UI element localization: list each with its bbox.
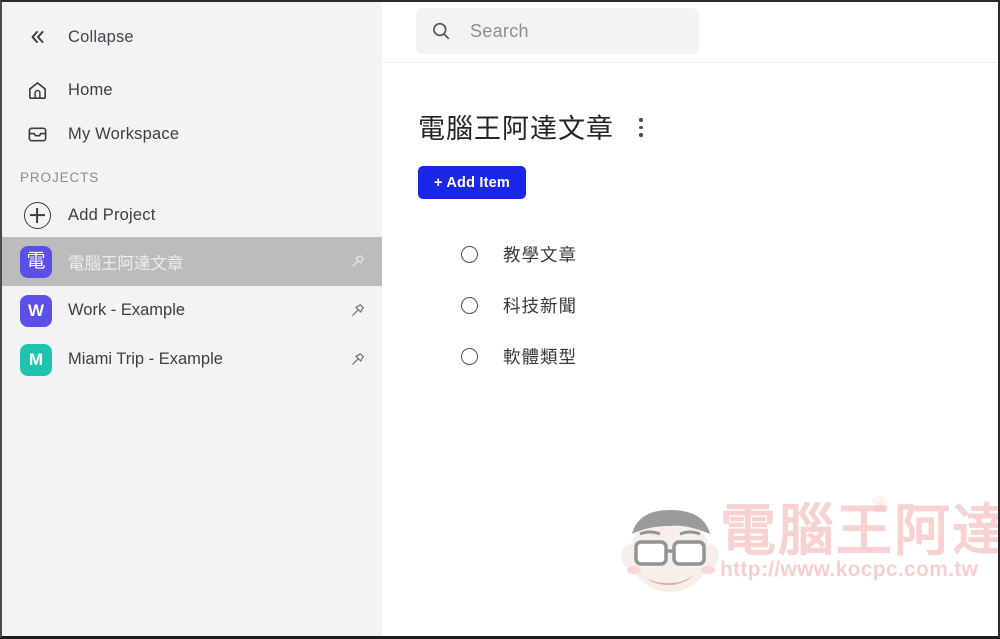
sidebar-item-home[interactable]: Home [2,68,382,112]
project-label: Miami Trip - Example [68,350,223,368]
mascot-face-icon [621,510,719,592]
project-label: 電腦王阿達文章 [68,254,184,273]
sidebar-item-my-workspace-label: My Workspace [68,124,180,143]
content-area: 電腦王阿達文章 + Add Item 教學文章 科技新聞 軟體類型 [382,63,998,382]
home-icon [20,79,54,102]
project-badge: W [20,294,52,327]
watermark-url: http://www.kocpc.com.tw [720,558,979,581]
app-window: Collapse Home My Workspace PROJECTS Add … [0,0,1000,639]
task-row[interactable]: 教學文章 [418,229,998,280]
add-item-button[interactable]: + Add Item [418,166,526,199]
crown-icon: ♕ [870,492,890,517]
task-label: 科技新聞 [503,296,577,316]
inbox-icon [20,123,54,146]
task-list: 教學文章 科技新聞 軟體類型 [418,229,998,382]
add-project-label: Add Project [68,205,156,224]
watermark: ♕ 電腦王阿達 http://www.kocpc.com.tw [616,492,998,598]
sidebar-project-row[interactable]: M Miami Trip - Example [2,335,382,384]
watermark-brand: 電腦王阿達 [720,499,998,564]
kebab-vertical-icon[interactable] [632,114,650,140]
project-badge: 電 [20,245,52,278]
pin-icon[interactable] [346,349,368,371]
main-panel: Search 電腦王阿達文章 + Add Item 教學文章 科技新聞 軟體類型… [382,2,998,636]
plus-circle-icon [20,201,54,229]
task-label: 軟體類型 [503,347,577,367]
task-checkbox-circle-icon[interactable] [461,246,478,263]
title-row: 電腦王阿達文章 [418,107,998,146]
sidebar-project-row[interactable]: 電 電腦王阿達文章 [2,237,382,286]
sidebar-item-home-label: Home [68,80,113,99]
pin-icon[interactable] [346,251,368,273]
task-label: 教學文章 [503,245,577,265]
add-project-button[interactable]: Add Project [2,193,382,237]
double-chevron-left-icon [20,27,54,47]
project-label: Work - Example [68,301,186,319]
task-row[interactable]: 科技新聞 [418,280,998,331]
project-badge: M [20,343,52,376]
sidebar: Collapse Home My Workspace PROJECTS Add … [2,2,382,636]
sidebar-collapse-label: Collapse [68,27,134,46]
watermark-text: ♕ 電腦王阿達 http://www.kocpc.com.tw [720,492,998,582]
pin-icon[interactable] [346,300,368,322]
top-bar: Search [382,2,998,63]
sidebar-collapse-button[interactable]: Collapse [2,14,382,60]
task-row[interactable]: 軟體類型 [418,331,998,382]
sidebar-item-my-workspace[interactable]: My Workspace [2,112,382,156]
search-input[interactable]: Search [416,8,699,54]
task-checkbox-circle-icon[interactable] [461,348,478,365]
sidebar-section-projects: PROJECTS [20,170,100,185]
page-title: 電腦王阿達文章 [418,114,614,144]
sidebar-project-row[interactable]: W Work - Example [2,286,382,335]
task-checkbox-circle-icon[interactable] [461,297,478,314]
search-icon [430,20,458,42]
search-placeholder: Search [470,20,529,41]
